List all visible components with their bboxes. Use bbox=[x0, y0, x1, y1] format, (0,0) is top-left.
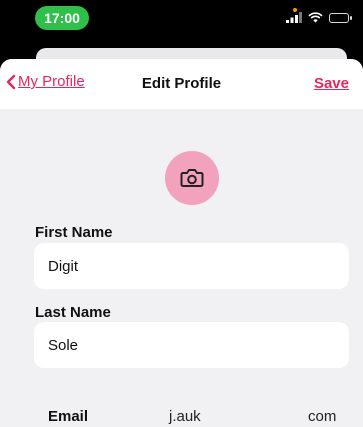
first-name-field[interactable]: Digit bbox=[34, 243, 349, 289]
wifi-icon bbox=[308, 12, 323, 23]
email-label: Email bbox=[48, 408, 89, 425]
nav-bar: My Profile Edit Profile Save bbox=[0, 59, 363, 109]
status-icons bbox=[286, 12, 352, 23]
status-time: 17:00 bbox=[35, 6, 89, 30]
last-name-value: Sole bbox=[48, 336, 79, 354]
save-button[interactable]: Save bbox=[314, 75, 349, 92]
email-value-end: com bbox=[308, 408, 337, 425]
last-name-label: Last Name bbox=[35, 304, 111, 321]
battery-icon bbox=[329, 12, 352, 23]
camera-icon bbox=[180, 169, 204, 187]
first-name-value: Digit bbox=[48, 257, 79, 275]
change-photo-button[interactable] bbox=[165, 151, 219, 205]
email-value-start: j.auk bbox=[169, 408, 201, 425]
last-name-field[interactable]: Sole bbox=[34, 322, 349, 368]
first-name-label: First Name bbox=[35, 224, 113, 241]
email-row[interactable]: Email j.auk com bbox=[0, 399, 363, 427]
page-title: Edit Profile bbox=[141, 75, 222, 92]
status-bar: 17:00 bbox=[0, 0, 363, 44]
edit-profile-sheet: My Profile Edit Profile Save First Name … bbox=[0, 59, 363, 427]
signal-icon bbox=[286, 12, 302, 23]
